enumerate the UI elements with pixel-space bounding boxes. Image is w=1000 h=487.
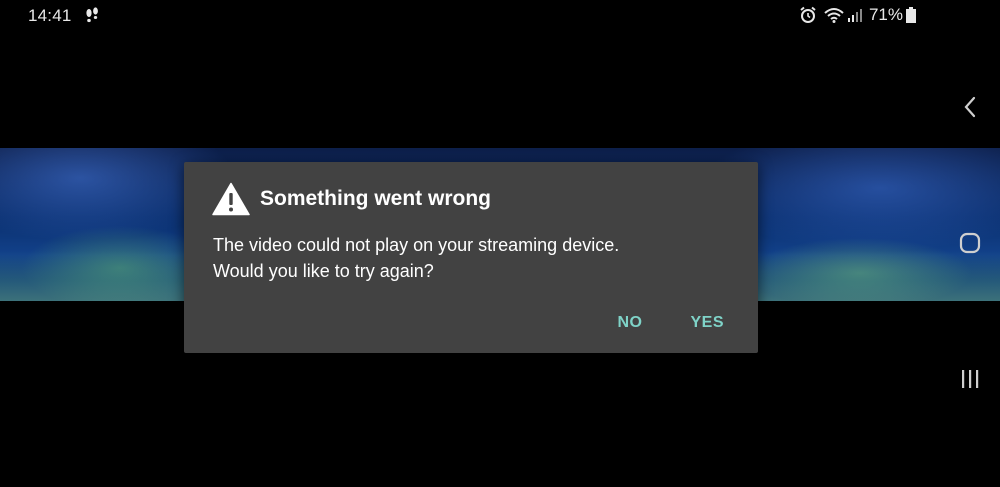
warning-icon: [212, 182, 250, 216]
home-icon: [959, 232, 981, 254]
steps-icon: [85, 7, 98, 23]
back-icon: [964, 96, 976, 118]
battery-icon: [906, 7, 916, 23]
no-button[interactable]: NO: [611, 310, 648, 336]
dialog-title: Something went wrong: [260, 187, 491, 210]
back-button[interactable]: [940, 82, 1000, 132]
error-dialog: Something went wrong The video could not…: [184, 162, 758, 353]
home-button[interactable]: [940, 218, 1000, 268]
dialog-actions: NO YES: [611, 310, 730, 336]
status-right: 71%: [799, 5, 916, 25]
battery-percent: 71%: [868, 5, 903, 24]
wifi-icon: [824, 8, 844, 23]
dialog-message-line-1: The video could not play on your streami…: [213, 235, 620, 255]
navigation-bar: [940, 32, 1000, 487]
status-left: 14:41: [28, 6, 100, 26]
clock: 14:41: [28, 6, 72, 25]
dialog-header: Something went wrong: [212, 182, 491, 216]
recents-icon: [962, 370, 979, 388]
yes-button[interactable]: YES: [684, 310, 730, 336]
signal-icon: [847, 9, 862, 22]
alarm-icon: [800, 6, 816, 23]
status-bar: 14:41 71%: [0, 0, 1000, 32]
recents-button[interactable]: [940, 354, 1000, 404]
screen: 14:41 71% Something went wrong The video…: [0, 0, 1000, 487]
dialog-message: The video could not play on your streami…: [213, 232, 733, 284]
dialog-message-line-2: Would you like to try again?: [213, 261, 434, 281]
